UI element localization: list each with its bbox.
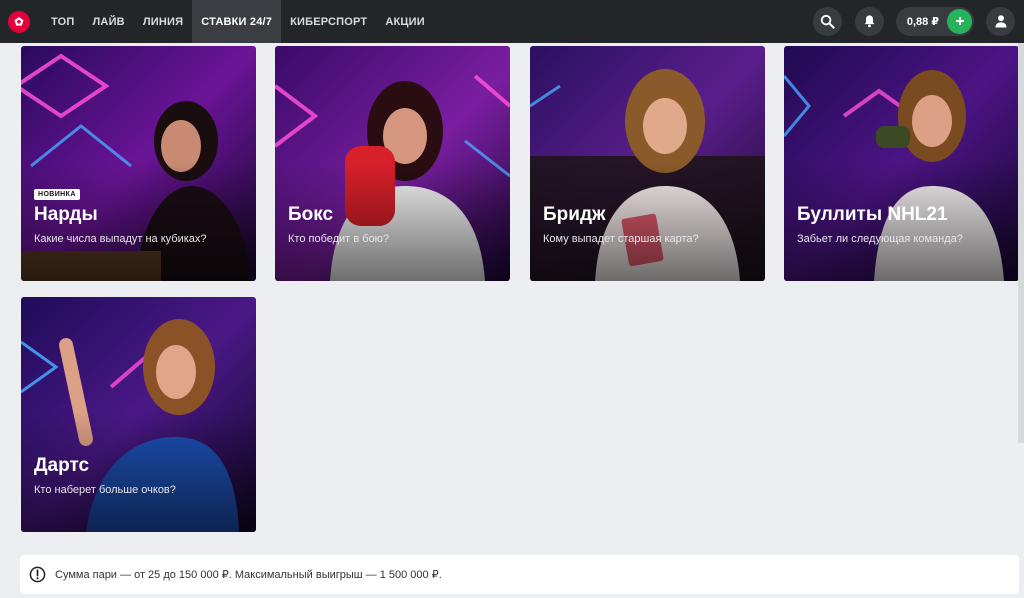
balance-widget[interactable]: 0,88 ₽ [895, 6, 974, 36]
tile-title: Бокс [288, 204, 334, 225]
tile-title: Нарды [34, 204, 98, 225]
game-tile-bridge[interactable]: Бридж Кому выпадет старшая карта? [530, 46, 765, 281]
nav-top[interactable]: ТОП [42, 0, 84, 43]
logo[interactable] [0, 0, 38, 43]
main-nav: ТОП ЛАЙВ ЛИНИЯ СТАВКИ 24/7 КИБЕРСПОРТ АК… [42, 0, 434, 43]
nav-promotions[interactable]: АКЦИИ [376, 0, 434, 43]
nav-esports[interactable]: КИБЕРСПОРТ [281, 0, 376, 43]
tile-title: Дартс [34, 455, 90, 476]
new-badge: НОВИНКА [34, 189, 80, 200]
bell-icon [864, 15, 875, 28]
soccer-ball-logo-icon [8, 10, 30, 33]
tile-subtitle: Забьет ли следующая команда? [797, 233, 963, 245]
balance-amount: 0,88 ₽ [906, 15, 939, 28]
nav-line[interactable]: ЛИНИЯ [134, 0, 192, 43]
tile-subtitle: Кто победит в бою? [288, 233, 389, 245]
exclamation-circle-icon [29, 566, 46, 583]
tile-subtitle: Кто наберет больше очков? [34, 484, 176, 496]
tile-title: Бридж [543, 204, 606, 225]
notifications-button[interactable] [854, 6, 884, 36]
game-tile-backgammon[interactable]: НОВИНКА Нарды Какие числа выпадут на куб… [21, 46, 256, 281]
game-tile-boxing[interactable]: Бокс Кто победит в бою? [275, 46, 510, 281]
header-tools: 0,88 ₽ [812, 6, 1015, 36]
tile-subtitle: Кому выпадет старшая карта? [543, 233, 699, 245]
tile-title: Буллиты NHL21 [797, 204, 948, 225]
search-icon [820, 14, 835, 29]
deposit-button[interactable] [947, 8, 972, 34]
nav-bets-24-7[interactable]: СТАВКИ 24/7 [192, 0, 282, 43]
page-scrollbar[interactable] [1018, 43, 1024, 443]
user-icon [995, 15, 1006, 28]
game-tile-darts[interactable]: Дартс Кто наберет больше очков? [21, 297, 256, 532]
game-tile-shootout-nhl21[interactable]: Буллиты NHL21 Забьет ли следующая команд… [784, 46, 1019, 281]
profile-button[interactable] [986, 6, 1015, 36]
tile-subtitle: Какие числа выпадут на кубиках? [34, 233, 207, 245]
search-button[interactable] [812, 6, 842, 36]
top-bar: ТОП ЛАЙВ ЛИНИЯ СТАВКИ 24/7 КИБЕРСПОРТ АК… [0, 0, 1024, 43]
nav-live[interactable]: ЛАЙВ [84, 0, 134, 43]
plus-icon [955, 17, 964, 25]
bet-limits-notice: Сумма пари — от 25 до 150 000 ₽. Максима… [20, 555, 1019, 594]
bet-limits-text: Сумма пари — от 25 до 150 000 ₽. Максима… [55, 569, 442, 581]
